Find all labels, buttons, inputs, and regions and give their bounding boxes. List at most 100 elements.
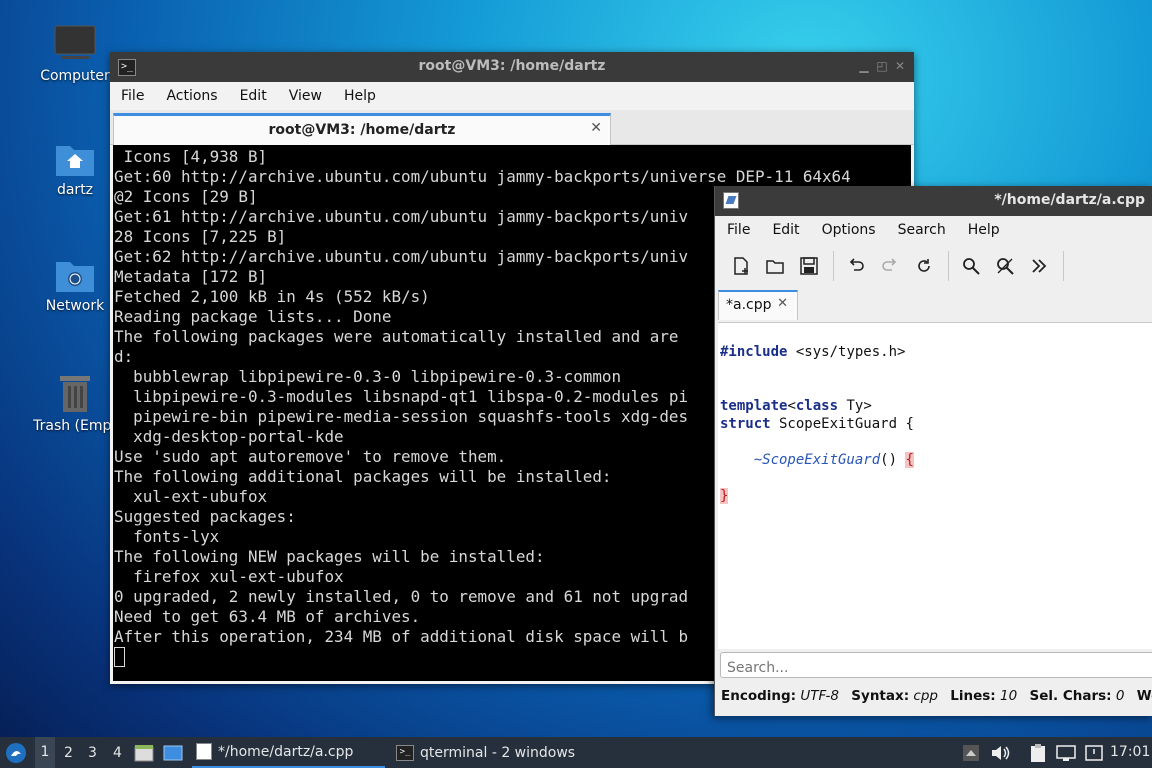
terminal-line: After this operation, 234 MB of addition…: [114, 627, 689, 646]
clipboard-icon[interactable]: [1028, 743, 1048, 763]
terminal-line: Reading package lists... Done: [114, 307, 392, 326]
taskbar-task-terminal[interactable]: >_ qterminal - 2 windows: [394, 737, 584, 768]
terminal-line: xul-ext-ubufox: [133, 487, 268, 506]
status-selchars: 0: [1115, 688, 1125, 704]
minimize-icon[interactable]: ▁: [856, 58, 872, 74]
editor-titlebar[interactable]: */home/dartz/a.cpp: [715, 186, 1152, 216]
terminal-tab-label: root@VM3: /home/dartz: [268, 122, 456, 138]
menu-file[interactable]: File: [110, 88, 155, 104]
computer-icon: [54, 25, 96, 59]
workspace-4[interactable]: 4: [113, 745, 122, 761]
code-token: ScopeExitGuard {: [770, 416, 914, 432]
taskbar: 1 2 3 4 */home/dartz/a.cpp >_ qterminal …: [0, 737, 1152, 768]
editor-app-icon: [723, 192, 739, 209]
menu-edit[interactable]: Edit: [229, 88, 278, 104]
terminal-line: Get:61 http://archive.ubuntu.com/ubuntu …: [114, 207, 689, 226]
status-syntax-label: Syntax:: [851, 688, 910, 704]
terminal-cursor: [114, 647, 125, 667]
workspace-2[interactable]: 2: [64, 745, 73, 761]
workspace-1[interactable]: 1: [35, 737, 55, 768]
code-text: #include <sys/types.h> template<class Ty…: [718, 323, 1152, 505]
toolbar-separator: [948, 251, 949, 281]
status-lines: 10: [1000, 688, 1018, 704]
terminal-line: Icons [4,938 B]: [123, 147, 268, 166]
desktop-icon-label: Trash (Empt: [33, 418, 117, 434]
editor-task-icon: [196, 743, 212, 760]
start-menu-icon[interactable]: [5, 742, 27, 764]
menu-view[interactable]: View: [278, 88, 333, 104]
desktop-icon-trash[interactable]: Trash (Empt: [27, 372, 123, 434]
tab-close-icon[interactable]: ✕: [777, 296, 788, 311]
find-replace-icon[interactable]: [989, 250, 1021, 282]
new-file-icon[interactable]: [725, 250, 757, 282]
show-desktop-icon[interactable]: [163, 744, 183, 762]
tab-close-icon[interactable]: ✕: [590, 120, 602, 136]
terminal-line: The following NEW packages will be insta…: [114, 547, 545, 566]
toolbar-separator: [833, 251, 834, 281]
clock[interactable]: 17:01: [1110, 744, 1150, 760]
code-token: ~ScopeExitGuard: [753, 452, 881, 468]
code-area[interactable]: #include <sys/types.h> template<class Ty…: [718, 322, 1152, 649]
terminal-titlebar[interactable]: >_ root@VM3: /home/dartz ▁ ◰ ✕: [110, 52, 914, 82]
volume-icon[interactable]: [990, 743, 1010, 763]
terminal-title: root@VM3: /home/dartz: [418, 58, 606, 74]
desktop-icon-home[interactable]: dartz: [27, 140, 123, 198]
code-token: template: [720, 398, 788, 414]
open-folder-icon[interactable]: [759, 250, 791, 282]
menu-edit[interactable]: Edit: [761, 222, 810, 238]
desktop-icon-computer[interactable]: Computer: [27, 24, 123, 84]
editor-tab[interactable]: *a.cpp ✕: [718, 290, 798, 320]
toolbar-separator: [1063, 251, 1064, 281]
terminal-line: The following packages were automaticall…: [114, 327, 679, 346]
terminal-line: Metadata [172 B]: [114, 267, 268, 286]
redo-icon[interactable]: [874, 250, 906, 282]
status-encoding: UTF-8: [800, 688, 839, 704]
menu-search[interactable]: Search: [887, 222, 957, 238]
terminal-line: Get:60 http://archive.ubuntu.com/ubuntu …: [114, 167, 851, 186]
workspace-3[interactable]: 3: [88, 745, 97, 761]
file-manager-icon[interactable]: [134, 744, 154, 762]
find-icon[interactable]: [955, 250, 987, 282]
menu-file[interactable]: File: [716, 222, 761, 238]
menu-actions[interactable]: Actions: [155, 88, 228, 104]
save-icon[interactable]: [793, 250, 825, 282]
terminal-line: Use 'sudo apt autoremove' to remove them…: [114, 447, 507, 466]
maximize-icon[interactable]: ◰: [874, 58, 890, 74]
code-token: (): [880, 452, 906, 468]
search-input[interactable]: [720, 652, 1152, 678]
reload-icon[interactable]: [908, 250, 940, 282]
terminal-line: libpipewire-0.3-modules libsnapd-qt1 lib…: [133, 387, 689, 406]
terminal-line: pipewire-bin pipewire-media-session squa…: [133, 407, 689, 426]
status-selchars-label: Sel. Chars:: [1029, 688, 1112, 704]
power-icon[interactable]: [1084, 743, 1104, 763]
desktop-icon-label: Network: [45, 298, 105, 314]
undo-icon[interactable]: [840, 250, 872, 282]
terminal-line: firefox xul-ext-ubufox: [133, 567, 344, 586]
editor-window[interactable]: */home/dartz/a.cpp File Edit Options Sea…: [714, 186, 1152, 716]
terminal-line: The following additional packages will b…: [114, 467, 612, 486]
network-status-icon[interactable]: [1056, 743, 1076, 763]
close-icon[interactable]: ✕: [892, 58, 908, 74]
more-icon[interactable]: [1023, 250, 1055, 282]
terminal-task-icon: >_: [396, 744, 414, 761]
terminal-line: xdg-desktop-portal-kde: [133, 427, 344, 446]
tray-up-arrow-icon[interactable]: [962, 743, 980, 763]
code-token: Ty>: [838, 398, 872, 414]
desktop-icon-label: dartz: [56, 182, 94, 198]
status-syntax: cpp: [913, 688, 938, 704]
menu-help[interactable]: Help: [333, 88, 387, 104]
editor-menubar: File Edit Options Search Help: [715, 216, 1152, 244]
terminal-tab[interactable]: root@VM3: /home/dartz ✕: [113, 113, 611, 146]
terminal-tabbar: root@VM3: /home/dartz ✕: [110, 110, 914, 146]
status-bar: Encoding: UTF-8 Syntax: cpp Lines: 10 Se…: [721, 688, 1152, 704]
home-folder-icon: [56, 146, 94, 176]
taskbar-task-editor[interactable]: */home/dartz/a.cpp: [192, 737, 385, 768]
code-token: class: [795, 398, 839, 414]
code-token: <sys/types.h>: [787, 344, 906, 360]
menu-options[interactable]: Options: [811, 222, 887, 238]
terminal-menubar: File Actions Edit View Help: [110, 82, 914, 110]
code-token: <: [787, 398, 796, 414]
terminal-line: Need to get 63.4 MB of archives.: [114, 607, 421, 626]
desktop-icon-network[interactable]: Network: [27, 256, 123, 314]
menu-help[interactable]: Help: [957, 222, 1011, 238]
